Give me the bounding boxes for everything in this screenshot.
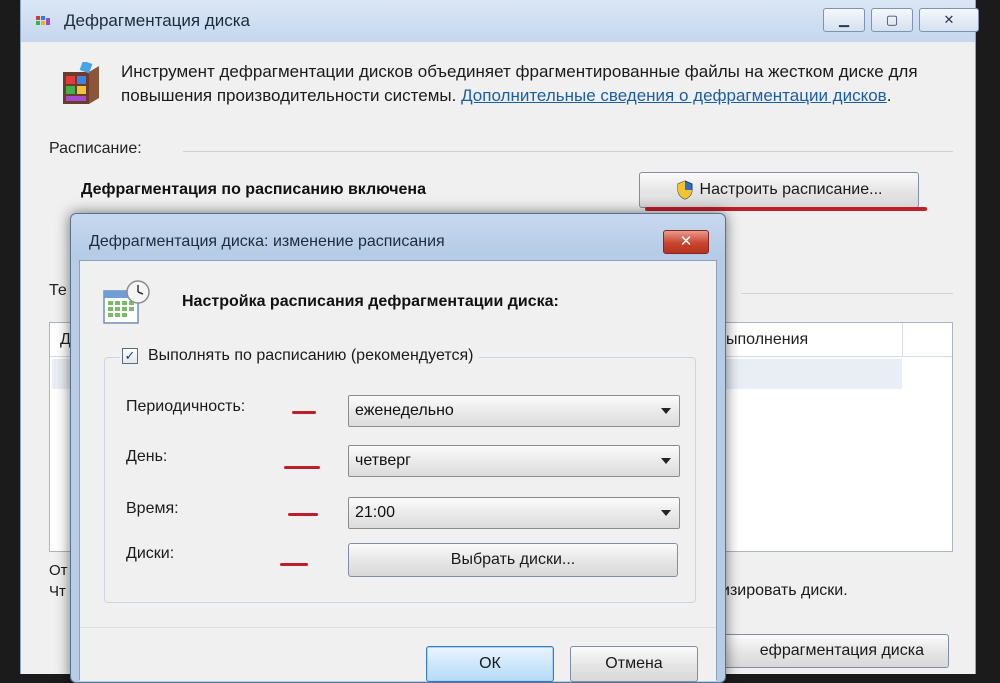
cancel-button[interactable]: Отмена: [570, 646, 698, 682]
description: Инструмент дефрагментации дисков объедин…: [121, 60, 961, 108]
time-value: 21:00: [355, 504, 396, 521]
bottom-text-2: Чт: [49, 583, 66, 600]
current-status-label: Те: [49, 282, 67, 299]
defrag-now-button[interactable]: ефрагментация диска: [711, 634, 949, 668]
annotation-mark: [284, 466, 320, 469]
time-select[interactable]: 21:00: [348, 497, 680, 529]
select-disks-label: Выбрать диски...: [450, 551, 576, 568]
main-titlebar: Дефрагментация диска ▁ ▢ ✕: [21, 0, 979, 42]
minimize-button[interactable]: ▁: [823, 8, 865, 32]
defrag-app-small-icon: [36, 16, 50, 25]
configure-schedule-button[interactable]: Настроить расписание...: [639, 172, 919, 208]
schedule-section-label: Расписание:: [49, 140, 142, 157]
dialog-body: Настройка расписания дефрагментации диск…: [79, 260, 717, 682]
dialog-title: Дефрагментация диска: изменение расписан…: [89, 233, 445, 250]
column-separator: [902, 323, 903, 357]
run-on-schedule-row[interactable]: ✓ Выполнять по расписанию (рекомендуется…: [120, 347, 480, 365]
uac-shield-icon: [677, 180, 693, 200]
annotation-underline: [645, 207, 927, 211]
cancel-label: Отмена: [605, 655, 663, 672]
window-title: Дефрагментация диска: [64, 11, 250, 30]
schedule-dialog: Дефрагментация диска: изменение расписан…: [70, 213, 726, 683]
defrag-app-icon: [63, 62, 99, 104]
section-divider-2: [741, 293, 953, 294]
frequency-select[interactable]: еженедельно: [348, 395, 680, 427]
frequency-label: Периодичность:: [126, 398, 246, 415]
configure-schedule-label: Настроить расписание...: [699, 181, 883, 198]
day-value: четверг: [355, 452, 411, 469]
run-on-schedule-label: Выполнять по расписанию (рекомендуется): [148, 347, 474, 364]
maximize-button[interactable]: ▢: [871, 8, 913, 32]
annotation-mark: [288, 513, 318, 516]
bottom-right-text: изировать диски.: [721, 582, 848, 599]
dialog-close-button[interactable]: ✕: [663, 230, 709, 254]
calendar-clock-icon: [103, 280, 150, 324]
ok-button[interactable]: ОК: [426, 646, 554, 682]
frequency-value: еженедельно: [355, 402, 454, 419]
annotation-mark: [292, 411, 316, 414]
ok-label: ОК: [479, 655, 501, 672]
defrag-now-label: ефрагментация диска: [759, 642, 924, 659]
run-on-schedule-checkbox[interactable]: ✓: [122, 348, 138, 364]
day-label: День:: [126, 448, 168, 465]
time-label: Время:: [126, 500, 179, 517]
link-suffix: .: [886, 86, 892, 105]
close-button[interactable]: ✕: [919, 8, 979, 32]
dialog-footer: ОК Отмена: [80, 627, 716, 682]
chevron-down-icon: [661, 408, 671, 414]
schedule-status: Дефрагментация по расписанию включена: [81, 181, 426, 198]
disks-label: Диски:: [126, 545, 175, 562]
col-last-run-header[interactable]: ыполнения: [726, 331, 808, 349]
more-info-link[interactable]: Дополнительные сведения о дефрагментации…: [461, 86, 887, 105]
chevron-down-icon: [661, 510, 671, 516]
section-divider: [183, 151, 953, 152]
bottom-text-1: От: [49, 562, 68, 579]
annotation-mark: [280, 563, 308, 566]
dialog-heading: Настройка расписания дефрагментации диск…: [182, 293, 559, 310]
chevron-down-icon: [661, 458, 671, 464]
day-select[interactable]: четверг: [348, 445, 680, 477]
select-disks-button[interactable]: Выбрать диски...: [348, 543, 678, 577]
